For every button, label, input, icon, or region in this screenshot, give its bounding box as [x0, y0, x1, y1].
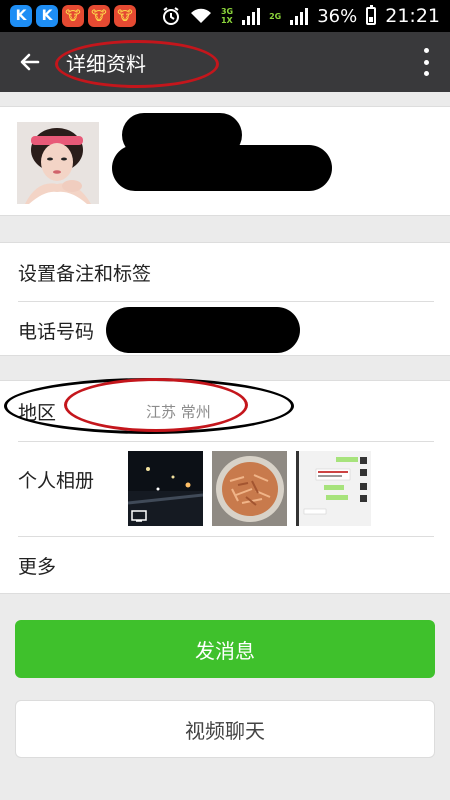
- network-type: 3G 1X: [221, 7, 233, 25]
- phone-label: 电话号码: [18, 320, 95, 343]
- page-title: 详细资料: [66, 51, 146, 76]
- game-icon: 🐮: [62, 5, 84, 27]
- alarm-icon: [162, 7, 179, 25]
- battery-icon: [366, 5, 377, 25]
- region-value: 江苏 常州: [146, 402, 211, 421]
- game-icon: 🐮: [114, 5, 136, 27]
- region-row: 地区 江苏 常州: [18, 381, 434, 442]
- notification-icons: K K 🐮 🐮 🐮: [10, 5, 136, 27]
- avatar[interactable]: [17, 122, 99, 204]
- game-icon: 🐮: [88, 5, 110, 27]
- battery-percent: 36%: [317, 5, 358, 27]
- kugou-icon: K: [10, 5, 32, 27]
- network-type-alt-label: 2G: [269, 11, 282, 21]
- kugou-icon: K: [36, 5, 58, 27]
- region-label: 地区: [18, 401, 57, 424]
- contact-section: 设置备注和标签 电话号码: [0, 242, 450, 356]
- night-street-photo[interactable]: [128, 451, 203, 526]
- wifi-icon: [190, 8, 211, 23]
- set-remark-row[interactable]: 设置备注和标签: [18, 243, 434, 302]
- signal-icon: [242, 7, 261, 25]
- network-type-top: 3G: [220, 7, 234, 16]
- app-bar: 详细资料: [0, 32, 450, 92]
- more-vert-icon[interactable]: [424, 48, 430, 76]
- redacted-phone: [106, 307, 300, 353]
- profile-card: [0, 106, 450, 216]
- video-chat-button[interactable]: 视频聊天: [15, 700, 435, 758]
- status-bar: K K 🐮 🐮 🐮 3G 1X 2G 36% 21:21: [0, 0, 450, 32]
- clock: 21:21: [385, 5, 440, 27]
- food-photo[interactable]: [212, 451, 287, 526]
- info-section: 地区 江苏 常州 个人相册 更多: [0, 380, 450, 594]
- network-type-bottom: 1X: [220, 16, 233, 25]
- more-label: 更多: [18, 555, 57, 578]
- more-row[interactable]: 更多: [18, 536, 434, 594]
- send-message-button[interactable]: 发消息: [15, 620, 435, 678]
- album-label: 个人相册: [18, 470, 95, 492]
- arrow-left-icon[interactable]: [0, 32, 60, 92]
- set-remark-label: 设置备注和标签: [18, 262, 152, 285]
- signal-icon: [290, 7, 309, 25]
- redacted-id: [112, 145, 332, 191]
- chat-screenshot-photo[interactable]: [296, 451, 371, 526]
- album-row[interactable]: 个人相册: [18, 441, 434, 537]
- network-type-alt: 2G: [269, 12, 281, 21]
